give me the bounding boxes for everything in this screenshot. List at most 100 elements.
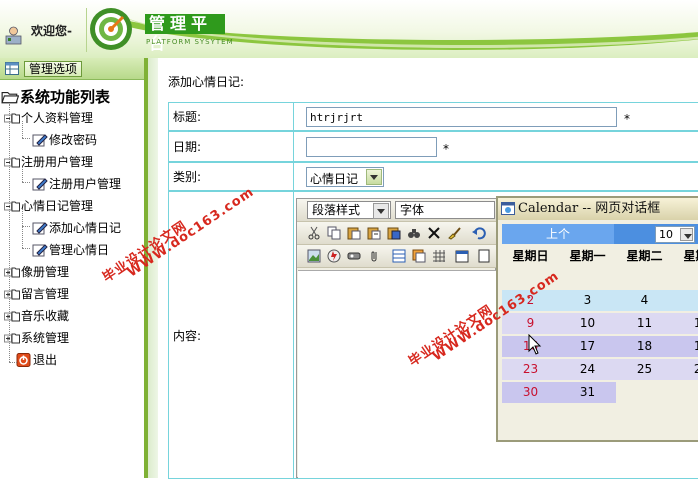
- calendar-day[interactable]: 4: [616, 290, 673, 311]
- calendar-day[interactable]: 19: [673, 336, 698, 357]
- header-divider: [86, 8, 87, 52]
- paste-icon[interactable]: [347, 226, 361, 240]
- tree-group-registered-users[interactable]: 注册用户管理: [4, 153, 93, 170]
- tree-group-label: 注册用户管理: [21, 155, 94, 169]
- font-select[interactable]: 字体: [395, 201, 495, 219]
- image-icon[interactable]: [307, 249, 321, 263]
- tree-item-label: 修改密码: [49, 133, 98, 147]
- chevron-down-icon[interactable]: [373, 203, 389, 219]
- sidebar-header: 管理选项: [0, 58, 144, 80]
- tree-item-label: 管理心情日: [49, 243, 110, 257]
- folder-closed-icon: [4, 311, 20, 321]
- prev-month-button[interactable]: 上个: [502, 224, 614, 244]
- paragraph-style-value: 段落样式: [312, 203, 361, 217]
- editor-toolbar-1: 段落样式 字体: [297, 199, 497, 222]
- edit-doc-icon: [32, 243, 48, 256]
- tree-connector: [22, 226, 30, 227]
- date-insert-icon[interactable]: [455, 249, 469, 263]
- calendar-day[interactable]: 11: [616, 313, 673, 334]
- calendar-day[interactable]: 12: [673, 313, 698, 334]
- tree-connector: [22, 121, 23, 138]
- paste-text-icon[interactable]: [367, 226, 381, 240]
- tree-item-label: 退出: [33, 353, 58, 367]
- weekday-header: 星期日: [512, 249, 549, 263]
- title-input[interactable]: [306, 107, 617, 127]
- date-input[interactable]: [306, 137, 437, 157]
- table-icon: [5, 62, 19, 75]
- welcome-text: 欢迎您-: [31, 24, 72, 38]
- calendar-day[interactable]: 17: [559, 336, 616, 357]
- calendar-day[interactable]: 9: [502, 313, 559, 334]
- attachment-icon[interactable]: [367, 249, 381, 263]
- tree-root[interactable]: 系统功能列表: [1, 86, 110, 107]
- find-icon[interactable]: [407, 226, 421, 240]
- calendar-nav: 上个 10: [502, 224, 698, 244]
- copy-icon[interactable]: [327, 226, 341, 240]
- edit-doc-icon: [32, 221, 48, 234]
- calendar-titlebar[interactable]: Calendar -- 网页对话框: [498, 198, 698, 220]
- tree-group-system[interactable]: 系统管理: [4, 329, 69, 346]
- folder-open-icon: [1, 91, 19, 103]
- form-title: 添加心情日记:: [168, 75, 245, 89]
- category-label: 类别:: [169, 163, 294, 190]
- calendar-day[interactable]: 31: [559, 382, 616, 403]
- tree-group-label: 心情日记管理: [21, 199, 94, 213]
- brand-title: 管理平台: [145, 14, 225, 53]
- calendar-day[interactable]: 18: [616, 336, 673, 357]
- tree-group-music[interactable]: 音乐收藏: [4, 307, 69, 324]
- tree-group-label: 个人资料管理: [21, 111, 94, 125]
- chevron-down-icon[interactable]: [680, 228, 693, 241]
- category-select-value: 心情日记: [310, 172, 359, 186]
- undo-icon[interactable]: [472, 226, 486, 240]
- tree-group-album[interactable]: 像册管理: [4, 263, 69, 280]
- calendar-day[interactable]: 26: [673, 359, 698, 380]
- tree-item-manage-users[interactable]: 注册用户管理: [32, 175, 121, 192]
- calendar-day[interactable]: 24: [559, 359, 616, 380]
- month-select[interactable]: 10: [655, 226, 695, 243]
- calendar-day[interactable]: 3: [559, 290, 616, 311]
- delete-icon[interactable]: [427, 226, 441, 240]
- tree-item-add-diary[interactable]: 添加心情日记: [32, 219, 121, 236]
- required-mark: *: [443, 142, 449, 156]
- folder-closed-icon: [4, 289, 20, 299]
- calendar-day[interactable]: 30: [502, 382, 559, 403]
- flash-icon[interactable]: [327, 249, 341, 263]
- panel-options-button[interactable]: 管理选项: [24, 61, 83, 77]
- tree-item-manage-diary[interactable]: 管理心情日: [32, 241, 109, 258]
- table-props-icon[interactable]: [412, 249, 426, 263]
- cut-icon[interactable]: [307, 226, 321, 240]
- calendar-day[interactable]: 25: [616, 359, 673, 380]
- media-icon[interactable]: [347, 249, 361, 263]
- tree-group-label: 留言管理: [21, 287, 70, 301]
- tree-connector: [22, 248, 30, 249]
- tree-item-change-password[interactable]: 修改密码: [32, 131, 97, 148]
- grid-icon[interactable]: [432, 249, 446, 263]
- tree-group-messages[interactable]: 留言管理: [4, 285, 69, 302]
- tree-group-label: 音乐收藏: [21, 309, 70, 323]
- editor-content-area[interactable]: [298, 270, 496, 478]
- tree-connector: [22, 138, 30, 139]
- calendar-day[interactable]: 10: [559, 313, 616, 334]
- tree-group-profile[interactable]: 个人资料管理: [4, 109, 93, 126]
- page-icon[interactable]: [477, 249, 491, 263]
- month-value: 10: [659, 228, 673, 241]
- paragraph-style-select[interactable]: 段落样式: [307, 201, 391, 219]
- paste-word-icon[interactable]: [387, 226, 401, 240]
- folder-closed-icon: [4, 267, 20, 277]
- tree-group-diary[interactable]: 心情日记管理: [4, 197, 93, 214]
- chevron-down-icon[interactable]: [366, 169, 382, 185]
- tree-connector: [22, 209, 23, 248]
- window-icon: [501, 202, 515, 215]
- tree-item-logout[interactable]: 退出: [16, 351, 57, 368]
- folder-open-icon: [4, 201, 20, 211]
- tree-item-label: 添加心情日记: [49, 221, 122, 235]
- tree-group-label: 系统管理: [21, 331, 70, 345]
- calendar-day[interactable]: 23: [502, 359, 559, 380]
- calendar-day[interactable]: 5: [673, 290, 698, 311]
- insert-table-icon[interactable]: [392, 249, 406, 263]
- folder-open-icon: [4, 113, 20, 123]
- tree-connector: [22, 165, 23, 182]
- category-select[interactable]: 心情日记: [306, 167, 384, 187]
- folder-closed-icon: [4, 333, 20, 343]
- clean-format-icon[interactable]: [447, 226, 461, 240]
